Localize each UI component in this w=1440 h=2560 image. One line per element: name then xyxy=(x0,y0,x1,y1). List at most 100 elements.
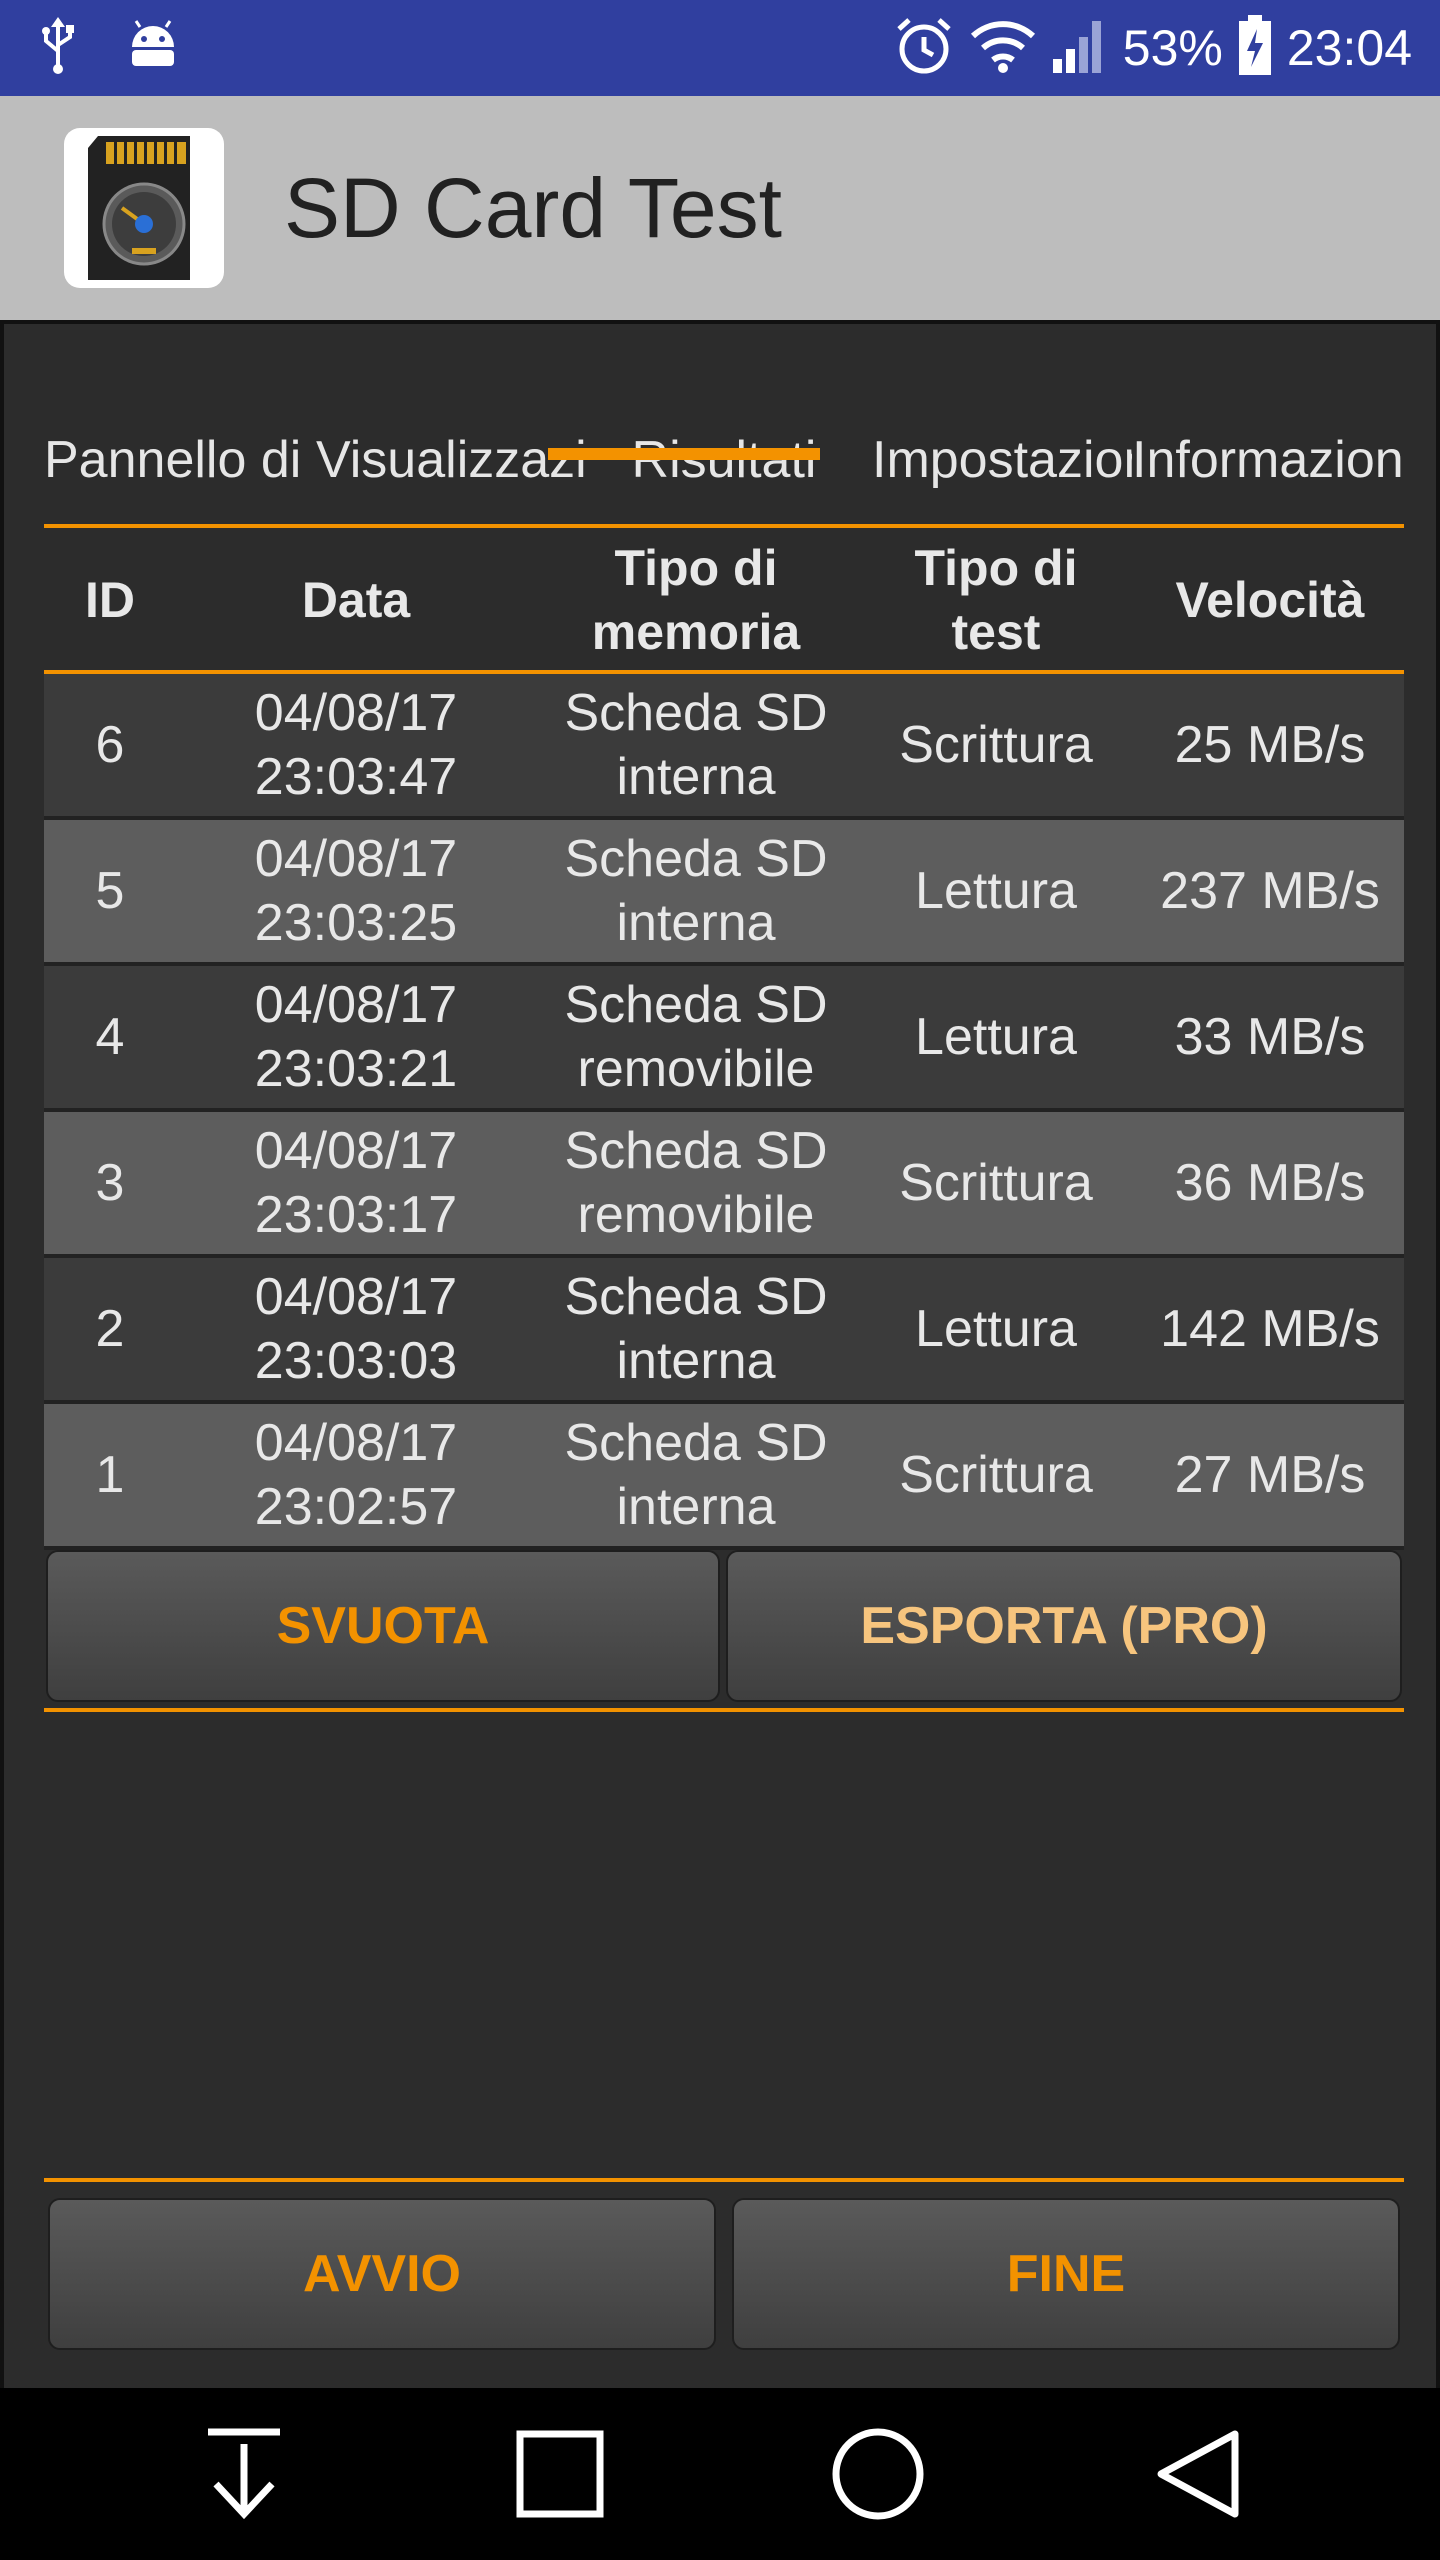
header-memory-line1: Tipo di xyxy=(614,540,778,596)
header-test-line1: Tipo di xyxy=(914,540,1078,596)
cell-date-time: 23:03:03 xyxy=(254,1332,458,1390)
header-speed: Velocità xyxy=(1175,572,1365,628)
table-row[interactable]: 1 04/08/17 23:02:57 Scheda SD interna Sc… xyxy=(44,1404,1404,1550)
cell-memory: Scheda SD interna xyxy=(536,820,856,962)
cell-id: 5 xyxy=(95,862,125,920)
table-row[interactable]: 6 04/08/17 23:03:47 Scheda SD interna Sc… xyxy=(44,674,1404,820)
end-button[interactable]: FINE xyxy=(732,2198,1400,2350)
header-id: ID xyxy=(85,572,135,628)
cell-memory-line2: interna xyxy=(616,1332,776,1390)
tab-risultati[interactable]: Risultati xyxy=(588,396,860,524)
cell-memory: Scheda SD interna xyxy=(536,1258,856,1400)
cell-memory-line1: Scheda SD xyxy=(564,830,828,888)
wifi-icon xyxy=(969,18,1037,79)
cell-memory: Scheda SD interna xyxy=(536,674,856,816)
cell-speed: 33 MB/s xyxy=(1174,1008,1366,1066)
table-header: ID Data Tipo di memoria Tipo di test Vel… xyxy=(44,530,1404,670)
cell-speed: 25 MB/s xyxy=(1174,716,1366,774)
tab-label: Impostazioni xyxy=(872,431,1132,489)
tab-strip: Pannello di controllo Visualizzazione Ri… xyxy=(44,396,1404,528)
content-panel: Pannello di controllo Visualizzazione Ri… xyxy=(0,320,1440,2388)
cell-speed: 237 MB/s xyxy=(1160,862,1380,920)
cell-date-day: 04/08/17 xyxy=(254,1122,458,1180)
clear-button[interactable]: SVUOTA xyxy=(46,1550,720,1702)
app-title: SD Card Test xyxy=(284,160,782,255)
tab-label: Visualizzazione xyxy=(316,431,588,489)
cell-memory-line1: Scheda SD xyxy=(564,1268,828,1326)
cell-id: 3 xyxy=(95,1154,125,1212)
cell-memory-line2: interna xyxy=(616,1478,776,1536)
cell-test: Scrittura xyxy=(899,1446,1093,1504)
back-triangle-icon[interactable] xyxy=(1098,2388,1298,2560)
cell-memory-line2: interna xyxy=(616,894,776,952)
cell-date-day: 04/08/17 xyxy=(254,1414,458,1472)
cell-memory-line2: interna xyxy=(616,748,776,806)
cell-date: 04/08/17 23:03:21 xyxy=(176,966,536,1108)
cell-speed: 142 MB/s xyxy=(1160,1300,1380,1358)
cell-memory-line2: removibile xyxy=(577,1186,815,1244)
tab-label: Risultati xyxy=(631,431,817,489)
table-row[interactable]: 3 04/08/17 23:03:17 Scheda SD removibile… xyxy=(44,1112,1404,1258)
controls-divider xyxy=(44,2178,1404,2182)
header-test-line2: test xyxy=(951,604,1041,660)
cell-speed: 36 MB/s xyxy=(1174,1154,1366,1212)
cell-memory-line1: Scheda SD xyxy=(564,976,828,1034)
cell-test: Lettura xyxy=(915,862,1077,920)
cell-id: 2 xyxy=(95,1300,125,1358)
tab-label: Pannello di controllo xyxy=(44,431,316,489)
cell-date-time: 23:02:57 xyxy=(254,1478,458,1536)
cell-id: 4 xyxy=(95,1008,125,1066)
home-circle-icon[interactable] xyxy=(778,2388,978,2560)
alarm-icon xyxy=(893,15,955,82)
tab-pannello-di-controllo[interactable]: Pannello di controllo xyxy=(44,396,316,524)
results-table: ID Data Tipo di memoria Tipo di test Vel… xyxy=(44,530,1404,1550)
cell-test: Lettura xyxy=(915,1300,1077,1358)
cell-memory: Scheda SD interna xyxy=(536,1404,856,1546)
app-bar: SD Card Test xyxy=(0,96,1440,320)
tab-impostazioni[interactable]: Impostazioni xyxy=(860,396,1132,524)
tab-divider xyxy=(44,524,1404,528)
cell-id: 1 xyxy=(95,1446,125,1504)
cell-date-day: 04/08/17 xyxy=(254,830,458,888)
header-memory-type: Tipo di memoria xyxy=(536,530,856,670)
notifications-down-icon[interactable] xyxy=(144,2388,344,2560)
cell-date-time: 23:03:21 xyxy=(254,1040,458,1098)
cell-memory-line1: Scheda SD xyxy=(564,684,828,742)
tab-label: Informazioni xyxy=(1132,431,1404,489)
export-pro-button[interactable]: ESPORTA (PRO) xyxy=(726,1550,1402,1702)
navigation-bar xyxy=(0,2388,1440,2560)
cell-speed: 27 MB/s xyxy=(1174,1446,1366,1504)
signal-icon xyxy=(1051,17,1109,80)
table-row[interactable]: 2 04/08/17 23:03:03 Scheda SD interna Le… xyxy=(44,1258,1404,1404)
tab-visualizzazione[interactable]: Visualizzazione xyxy=(316,396,588,524)
cell-date-day: 04/08/17 xyxy=(254,684,458,742)
battery-percent: 53% xyxy=(1122,20,1223,76)
cell-id: 6 xyxy=(95,716,125,774)
tab-informazioni[interactable]: Informazioni xyxy=(1132,396,1404,524)
actions-divider xyxy=(44,1708,1404,1712)
table-row[interactable]: 5 04/08/17 23:03:25 Scheda SD interna Le… xyxy=(44,820,1404,966)
sd-card-speedometer-icon xyxy=(64,128,224,288)
cell-date: 04/08/17 23:03:47 xyxy=(176,674,536,816)
start-button[interactable]: AVVIO xyxy=(48,2198,716,2350)
selected-tab-indicator xyxy=(548,448,820,460)
cell-memory: Scheda SD removibile xyxy=(536,1112,856,1254)
cell-memory-line2: removibile xyxy=(577,1040,815,1098)
usb-icon xyxy=(40,16,76,80)
table-actions: SVUOTA ESPORTA (PRO) xyxy=(44,1550,1404,1706)
cell-date-day: 04/08/17 xyxy=(254,976,458,1034)
cell-test: Scrittura xyxy=(899,1154,1093,1212)
cell-date: 04/08/17 23:03:25 xyxy=(176,820,536,962)
table-row[interactable]: 4 04/08/17 23:03:21 Scheda SD removibile… xyxy=(44,966,1404,1112)
cell-memory-line1: Scheda SD xyxy=(564,1414,828,1472)
cell-test: Lettura xyxy=(915,1008,1077,1066)
header-date: Data xyxy=(301,572,411,628)
screen: 53% 23:04 SD Card Test Pannello di Visua… xyxy=(0,0,1440,2560)
status-bar: 53% 23:04 xyxy=(0,0,1440,96)
cell-date: 04/08/17 23:03:17 xyxy=(176,1112,536,1254)
header-memory-line2: memoria xyxy=(591,604,801,660)
battery-charging-icon xyxy=(1237,14,1273,82)
cell-date: 04/08/17 23:02:57 xyxy=(176,1404,536,1546)
recents-square-icon[interactable] xyxy=(460,2388,660,2560)
cell-date-time: 23:03:25 xyxy=(254,894,458,952)
